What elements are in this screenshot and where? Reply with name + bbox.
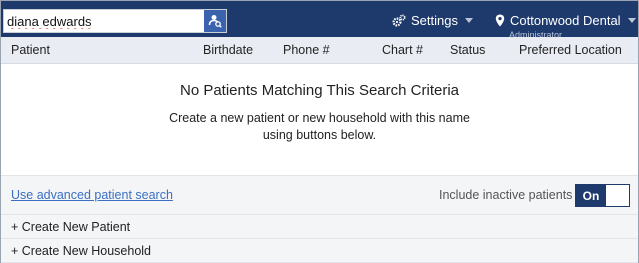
patient-search-button[interactable] <box>204 10 226 32</box>
column-preferred-location[interactable]: Preferred Location <box>519 43 622 57</box>
patient-search-icon <box>208 15 222 28</box>
search-options-bar: Use advanced patient search Include inac… <box>1 175 638 215</box>
chevron-down-icon <box>464 17 473 23</box>
toggle-on-label: On <box>576 185 606 206</box>
empty-state-title: No Patients Matching This Search Criteri… <box>179 82 459 99</box>
location-label: Cottonwood Dental <box>510 12 621 28</box>
settings-label: Settings <box>411 12 458 28</box>
results-header-row: Patient Birthdate Phone # Chart # Status… <box>1 37 638 64</box>
column-patient[interactable]: Patient <box>11 43 50 57</box>
empty-state-message: Create a new patient or new household wi… <box>1 110 638 144</box>
chevron-down-icon <box>627 17 636 23</box>
column-phone[interactable]: Phone # <box>283 43 330 57</box>
patient-search-input[interactable] <box>4 10 204 32</box>
settings-menu[interactable]: Settings <box>392 10 473 30</box>
create-new-patient-label: + Create New Patient <box>11 220 131 234</box>
create-new-household-button[interactable]: + Create New Household <box>1 239 638 263</box>
gears-icon <box>392 13 406 27</box>
empty-state-message-line2: using buttons below. <box>262 128 377 142</box>
top-bar: Settings Cottonwood Dental Administrator <box>1 1 638 40</box>
empty-state-message-line1: Create a new patient or new household wi… <box>169 111 470 125</box>
search-box <box>3 9 227 33</box>
patient-search-panel: Settings Cottonwood Dental Administrator… <box>0 0 639 263</box>
location-menu[interactable]: Cottonwood Dental <box>495 10 636 30</box>
column-birthdate[interactable]: Birthdate <box>203 43 253 57</box>
column-status[interactable]: Status <box>450 43 485 57</box>
advanced-search-link[interactable]: Use advanced patient search <box>11 188 173 202</box>
column-chart[interactable]: Chart # <box>382 43 423 57</box>
include-inactive-toggle[interactable]: On <box>575 184 630 207</box>
toggle-off-area <box>606 185 629 206</box>
create-new-patient-button[interactable]: + Create New Patient <box>1 215 638 239</box>
create-new-household-label: + Create New Household <box>11 244 152 258</box>
include-inactive-label: Include inactive patients <box>439 188 573 202</box>
map-pin-icon <box>495 14 505 26</box>
